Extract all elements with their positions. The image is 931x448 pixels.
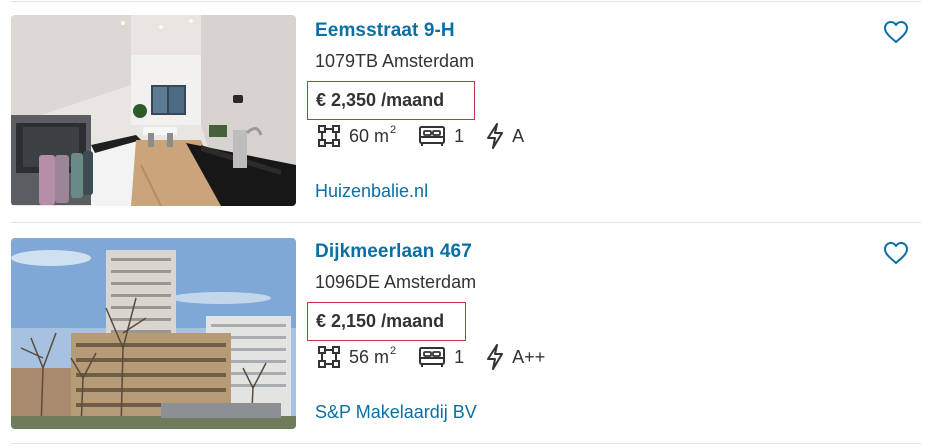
heart-icon[interactable] (883, 20, 909, 44)
heart-icon[interactable] (883, 241, 909, 265)
energy-label-value: A++ (512, 346, 546, 367)
feature-bedrooms: 1 (418, 125, 464, 147)
price-amount: € 2,350 (316, 90, 377, 110)
energy-label-value: A (512, 125, 525, 146)
area-value: 56 m (349, 346, 390, 367)
bedrooms-value: 1 (454, 346, 465, 367)
feature-energy: A++ (486, 344, 545, 370)
listing-price: € 2,150 /maand (307, 302, 466, 341)
listing-card: Eemsstraat 9-H 1079TB Amsterdam € 2,350 … (0, 0, 931, 221)
divider (11, 443, 921, 444)
agent-link[interactable]: Huizenbalie.nl (315, 181, 428, 202)
price-suffix: /maand (381, 311, 445, 331)
bedrooms-value: 1 (454, 125, 465, 146)
bed-icon (419, 126, 446, 146)
listing-photo[interactable] (11, 15, 296, 206)
price-suffix: /maand (381, 90, 445, 110)
feature-energy: A (486, 123, 524, 149)
price-amount: € 2,150 (316, 311, 377, 331)
listing-photo[interactable] (11, 238, 296, 429)
search-results-list: Eemsstraat 9-H 1079TB Amsterdam € 2,350 … (0, 0, 931, 448)
surface-area-icon (318, 346, 340, 368)
lightning-icon (487, 123, 504, 149)
listing-title[interactable]: Dijkmeerlaan 467 (315, 241, 472, 263)
bed-icon (419, 347, 446, 367)
kitchen-interior-photo (11, 15, 296, 206)
listing-address: 1096DE Amsterdam (315, 272, 477, 292)
listing-price: € 2,350 /maand (307, 81, 475, 120)
listing-features: 60 m2 1 A (317, 123, 546, 149)
area-unit-sup: 2 (390, 124, 397, 136)
area-unit-sup: 2 (390, 345, 397, 357)
feature-area: 60 m2 (317, 124, 396, 148)
lightning-icon (487, 344, 504, 370)
surface-area-icon (318, 125, 340, 147)
area-value: 60 m (349, 125, 390, 146)
apartment-building-photo (11, 238, 296, 429)
listing-card: Dijkmeerlaan 467 1096DE Amsterdam € 2,15… (0, 221, 931, 442)
listing-address: 1079TB Amsterdam (315, 51, 475, 71)
agent-link[interactable]: S&P Makelaardij BV (315, 402, 477, 423)
feature-bedrooms: 1 (418, 346, 464, 368)
feature-area: 56 m2 (317, 345, 396, 369)
listing-features: 56 m2 1 A++ (317, 344, 567, 370)
listing-title[interactable]: Eemsstraat 9-H (315, 20, 455, 42)
